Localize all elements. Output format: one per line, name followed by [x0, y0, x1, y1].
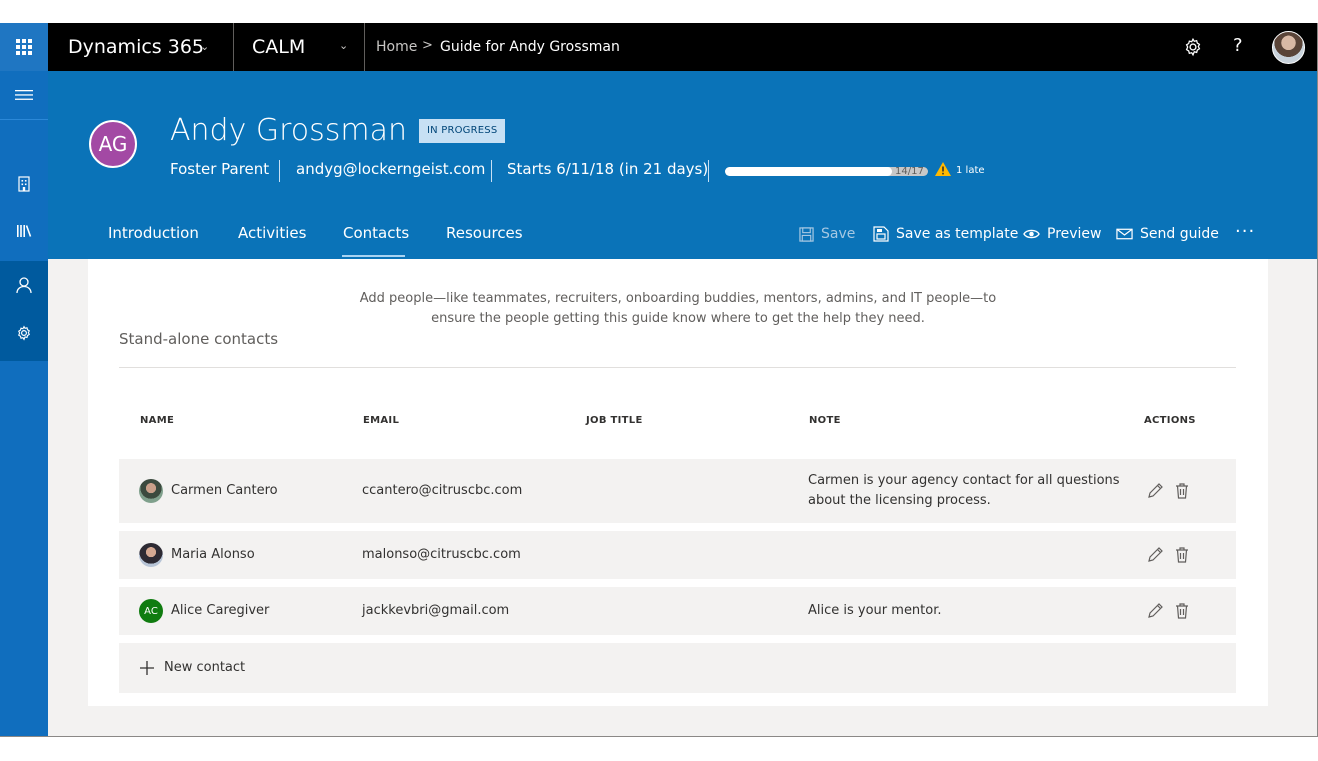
- contact-avatar: [139, 543, 163, 567]
- help-icon[interactable]: ?: [1233, 35, 1243, 56]
- send-guide-label: Send guide: [1140, 226, 1219, 242]
- contact-name: Alice Caregiver: [171, 603, 270, 618]
- contact-email: ccantero@citruscbc.com: [362, 483, 523, 498]
- building-icon: [18, 176, 30, 192]
- tab-activities[interactable]: Activities: [238, 224, 306, 242]
- more-options-icon[interactable]: ···: [1235, 221, 1255, 242]
- module-name[interactable]: CALM: [252, 36, 305, 58]
- edit-icon[interactable]: [1146, 546, 1164, 564]
- tab-contacts[interactable]: Contacts: [343, 224, 409, 242]
- template-icon: [873, 226, 889, 242]
- contact-avatar: AC: [139, 599, 163, 623]
- intro-text: Add people—like teammates, recruiters, o…: [358, 289, 998, 329]
- new-contact-button[interactable]: New contact: [119, 643, 1236, 693]
- person-role: Foster Parent: [170, 160, 270, 178]
- rail-active-group: [0, 261, 48, 361]
- intro-line: Add people—like teammates, recruiters, o…: [359, 291, 997, 306]
- tab-introduction[interactable]: Introduction: [108, 224, 199, 242]
- app-launcher-button[interactable]: [0, 23, 48, 71]
- intro-line: ensure the people getting this guide kno…: [431, 311, 925, 326]
- divider: [364, 23, 365, 71]
- person-name: Andy Grossman: [170, 113, 408, 148]
- save-button[interactable]: Save: [799, 226, 855, 242]
- breadcrumb-home[interactable]: Home: [376, 39, 417, 55]
- divider: [708, 160, 709, 182]
- table-row[interactable]: Carmen Cantero ccantero@citruscbc.com Ca…: [119, 459, 1236, 523]
- save-as-template-label: Save as template: [896, 226, 1019, 242]
- contact-note: Carmen is your agency contact for all qu…: [808, 471, 1120, 511]
- rail-item-building[interactable]: [0, 160, 48, 208]
- app-name[interactable]: Dynamics 365: [68, 36, 204, 58]
- contact-avatar: [139, 479, 163, 503]
- rail-divider: [0, 119, 48, 120]
- section-title: Stand-alone contacts: [119, 330, 279, 348]
- eye-icon: [1023, 229, 1040, 239]
- delete-icon[interactable]: [1173, 602, 1191, 620]
- plus-icon: [140, 661, 154, 675]
- edit-icon[interactable]: [1146, 602, 1164, 620]
- user-avatar[interactable]: [1272, 31, 1305, 64]
- preview-label: Preview: [1047, 226, 1102, 242]
- library-icon: [17, 225, 32, 237]
- chevron-down-icon[interactable]: ⌄: [200, 40, 209, 53]
- edit-icon[interactable]: [1146, 482, 1164, 500]
- column-header-job-title: JOB TITLE: [586, 415, 643, 426]
- gear-icon: [18, 325, 30, 341]
- divider: [233, 23, 234, 71]
- person-email: andyg@lockerngeist.com: [296, 160, 486, 178]
- breadcrumb-current: Guide for Andy Grossman: [440, 39, 620, 55]
- chevron-down-icon[interactable]: ⌄: [339, 39, 348, 52]
- column-header-note: NOTE: [809, 415, 841, 426]
- person-icon: [16, 276, 32, 293]
- table-row[interactable]: AC Alice Caregiver jackkevbri@gmail.com …: [119, 587, 1236, 635]
- column-header-name: NAME: [140, 415, 175, 426]
- tab-resources[interactable]: Resources: [446, 224, 523, 242]
- progress-fill: [725, 167, 893, 176]
- contact-email: malonso@citruscbc.com: [362, 547, 521, 562]
- app-window: Dynamics 365 ⌄ CALM ⌄ Home > Guide for A…: [0, 23, 1318, 737]
- contact-note: Alice is your mentor.: [808, 603, 942, 618]
- warning-icon: [935, 162, 951, 176]
- column-header-actions: ACTIONS: [1144, 415, 1196, 426]
- note-line: Carmen is your agency contact for all qu…: [808, 473, 1120, 488]
- start-date: Starts 6/11/18 (in 21 days): [507, 160, 709, 178]
- rail-item-library[interactable]: [0, 207, 48, 255]
- save-label: Save: [821, 226, 856, 242]
- send-guide-button[interactable]: Send guide: [1116, 226, 1219, 242]
- delete-icon[interactable]: [1173, 482, 1191, 500]
- top-bar: Dynamics 365 ⌄ CALM ⌄ Home > Guide for A…: [0, 23, 1317, 71]
- save-as-template-button[interactable]: Save as template: [873, 226, 1018, 242]
- waffle-icon: [16, 39, 32, 55]
- contact-name: Maria Alonso: [171, 547, 255, 562]
- guide-header: AG Andy Grossman IN PROGRESS Foster Pare…: [48, 71, 1317, 259]
- hamburger-icon: [15, 90, 33, 100]
- note-line: about the licensing process.: [808, 493, 991, 508]
- section-divider: [119, 367, 1236, 368]
- column-header-email: EMAIL: [363, 415, 400, 426]
- divider: [279, 160, 280, 182]
- mail-icon: [1116, 228, 1133, 240]
- left-nav-rail: [0, 71, 48, 736]
- gear-icon[interactable]: [1182, 36, 1204, 58]
- progress-count: 14/17: [895, 166, 924, 177]
- active-tab-indicator: [342, 255, 405, 257]
- status-badge: IN PROGRESS: [419, 119, 506, 143]
- save-icon: [799, 226, 814, 242]
- new-contact-label: New contact: [164, 660, 246, 675]
- rail-item-settings[interactable]: [0, 309, 48, 357]
- rail-item-person[interactable]: [0, 261, 48, 309]
- breadcrumb-separator: >: [422, 38, 433, 53]
- contact-name: Carmen Cantero: [171, 483, 278, 498]
- person-avatar: AG: [89, 120, 137, 168]
- late-count: 1 late: [956, 165, 985, 176]
- divider: [491, 160, 492, 182]
- contacts-panel: Add people—like teammates, recruiters, o…: [88, 259, 1268, 706]
- contact-email: jackkevbri@gmail.com: [362, 603, 510, 618]
- delete-icon[interactable]: [1173, 546, 1191, 564]
- hamburger-menu-button[interactable]: [0, 71, 48, 119]
- table-row[interactable]: Maria Alonso malonso@citruscbc.com: [119, 531, 1236, 579]
- preview-button[interactable]: Preview: [1023, 226, 1102, 242]
